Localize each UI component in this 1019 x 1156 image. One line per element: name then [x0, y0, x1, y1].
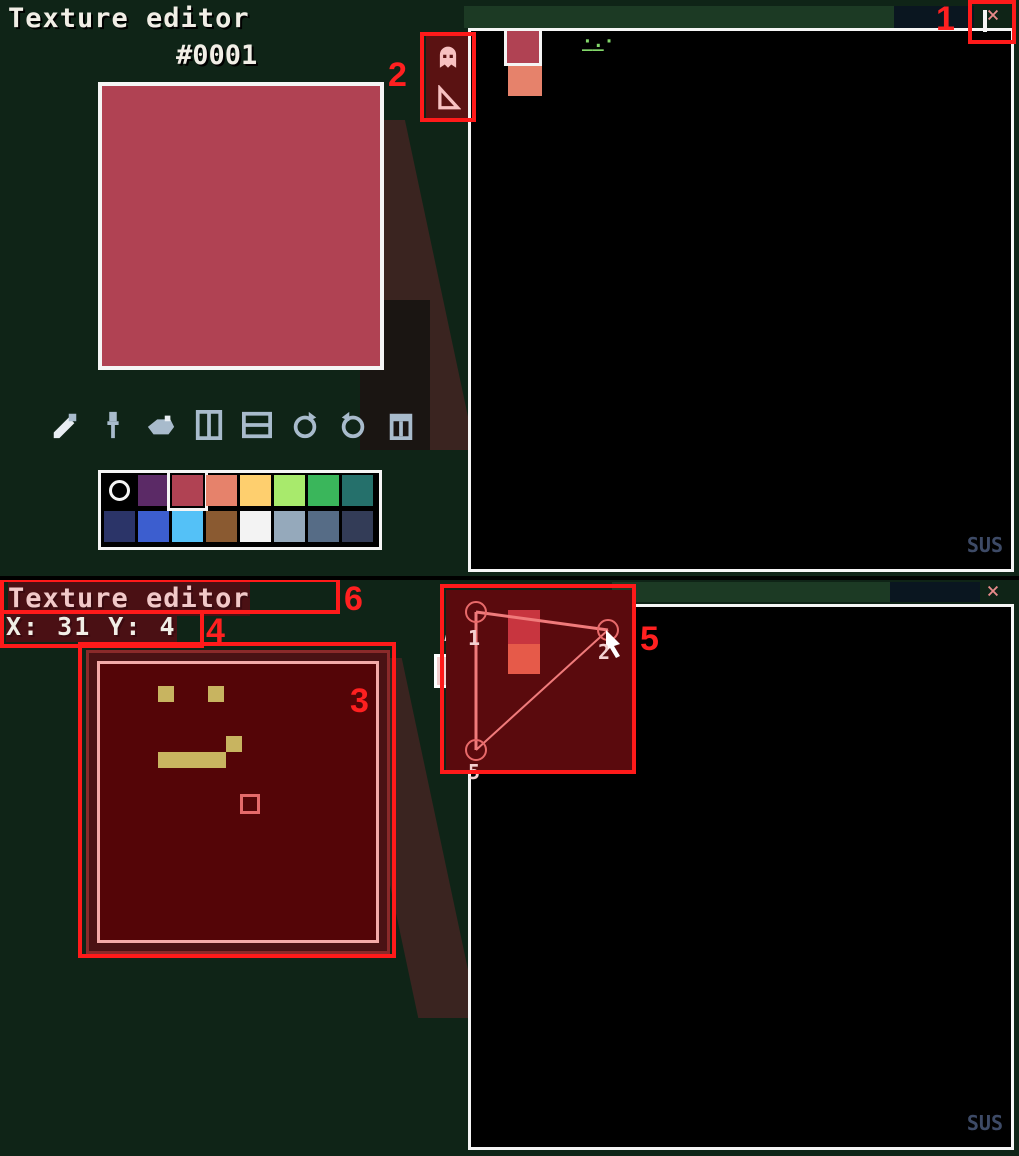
- transform-gizmo[interactable]: 1 2: [446, 590, 632, 772]
- palette-swatch[interactable]: [138, 511, 169, 542]
- brush-cursor: [240, 794, 260, 814]
- annotation-label-5: 5: [640, 620, 659, 658]
- smiley-sprite-icon: ·.· ‾‾: [582, 31, 615, 68]
- pixel-editor-frame: [86, 650, 390, 954]
- rotate-clockwise-icon[interactable]: [288, 406, 322, 444]
- texture-id: #0001: [176, 40, 258, 71]
- fill-icon[interactable]: [144, 406, 178, 444]
- pixel: [158, 686, 174, 702]
- rotate-counterclockwise-icon[interactable]: [336, 406, 370, 444]
- app-title: Texture editor: [8, 582, 250, 616]
- color-palette: [98, 470, 382, 550]
- palette-swatch[interactable]: [206, 475, 237, 506]
- gizmo-edge: [475, 610, 609, 632]
- layer-thumbnail[interactable]: [504, 28, 542, 66]
- flip-vertical-icon[interactable]: [240, 406, 274, 444]
- pencil-icon[interactable]: [48, 406, 82, 444]
- pin-icon: [983, 10, 987, 32]
- pixel-editor-canvas[interactable]: [97, 661, 379, 943]
- coordinate-readout: X: 31 Y: 4: [6, 612, 177, 642]
- pixel: [158, 752, 226, 768]
- triangle-shape-icon[interactable]: [430, 80, 466, 116]
- canvas-tag: SUS: [966, 533, 1003, 557]
- palette-swatch[interactable]: [167, 470, 208, 511]
- palette-row: [104, 511, 379, 545]
- panel-divider: [0, 576, 1019, 580]
- window-topbar-dark: [890, 582, 980, 602]
- palette-swatch[interactable]: [342, 475, 373, 506]
- top-editor-panel: Texture editor #0001 SUS ·.· ‾‾ ×: [0, 0, 1019, 578]
- gizmo-label-2: 2: [598, 640, 611, 664]
- tool-bar: [48, 406, 418, 446]
- color-preview: [98, 82, 384, 370]
- annotation-label-3: 3: [350, 682, 369, 720]
- layer-thumbnail: [508, 610, 540, 644]
- palette-swatch[interactable]: [342, 511, 373, 542]
- palette-swatch[interactable]: [109, 480, 130, 501]
- transform-gizmo-svg: [465, 601, 620, 761]
- app-title: Texture editor: [8, 3, 250, 34]
- layer-mode-buttons: [426, 36, 470, 118]
- close-icon: ×: [986, 579, 1000, 604]
- window-topbar: [612, 582, 890, 602]
- pixel: [226, 736, 242, 752]
- palette-swatch[interactable]: [104, 511, 135, 542]
- palette-swatch[interactable]: [206, 511, 237, 542]
- gizmo-label-1: 1: [468, 626, 481, 650]
- palette-swatch[interactable]: [172, 511, 203, 542]
- annotation-label-1: 1: [936, 0, 955, 38]
- window-topbar-dark: [894, 6, 974, 28]
- close-button[interactable]: ×: [973, 4, 1013, 44]
- gizmo-label-5: 5: [468, 760, 481, 784]
- palette-row: [104, 470, 379, 511]
- ghost-icon[interactable]: [430, 40, 466, 76]
- texture-canvas[interactable]: SUS: [468, 28, 1014, 572]
- bottom-editor-panel: Texture editor X: 31 Y: 4 × SUS A: [0, 578, 1019, 1156]
- layer-thumbnail[interactable]: [508, 66, 542, 96]
- canvas-tag: SUS: [966, 1111, 1003, 1135]
- annotation-label-4: 4: [206, 612, 225, 650]
- annotation-label-2: 2: [388, 56, 407, 94]
- palette-swatch[interactable]: [240, 511, 271, 542]
- palette-swatch[interactable]: [274, 511, 305, 542]
- palette-swatch[interactable]: [138, 475, 169, 506]
- trash-icon[interactable]: [384, 406, 418, 444]
- palette-swatch[interactable]: [308, 511, 339, 542]
- window-topbar: [464, 6, 894, 28]
- eyedropper-icon[interactable]: [96, 406, 130, 444]
- close-icon: ×: [986, 3, 1000, 28]
- palette-swatch[interactable]: [308, 475, 339, 506]
- flip-horizontal-icon[interactable]: [192, 406, 226, 444]
- gizmo-edge: [475, 629, 609, 751]
- annotation-label-6: 6: [344, 580, 363, 618]
- palette-swatch[interactable]: [274, 475, 305, 506]
- palette-swatch[interactable]: [240, 475, 271, 506]
- pixel: [208, 686, 224, 702]
- layer-thumbnail: [508, 644, 540, 674]
